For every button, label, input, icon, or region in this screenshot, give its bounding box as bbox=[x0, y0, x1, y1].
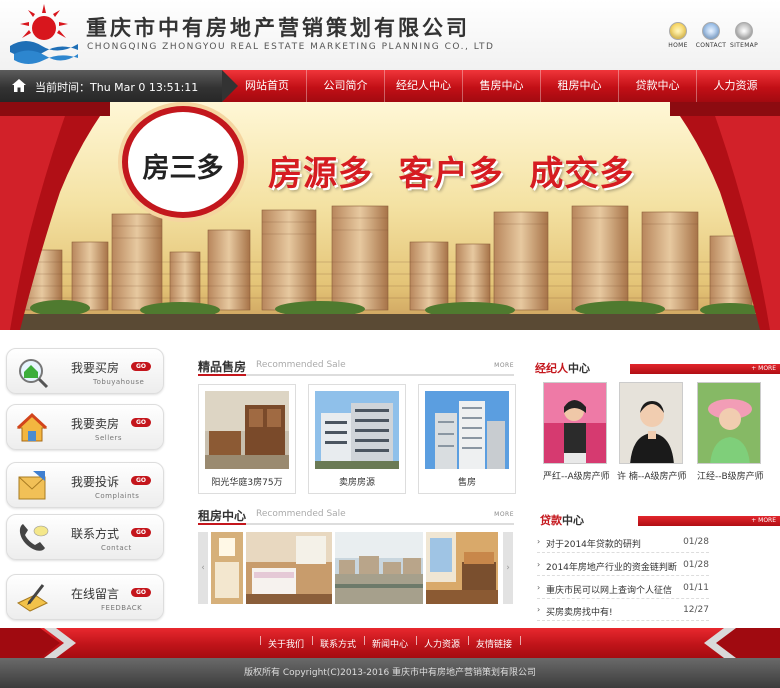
banner-badge-text: 房三多 bbox=[142, 153, 224, 184]
loan-news-item[interactable]: › 买房卖房找中有! 12/27 bbox=[537, 601, 709, 621]
nav-item-agents[interactable]: 经纪人中心 bbox=[384, 70, 462, 102]
footer-stripe-decoration bbox=[0, 628, 76, 658]
agents-section-title: 经纪人中心 bbox=[535, 362, 590, 375]
sitemap-icon bbox=[735, 22, 753, 40]
contact-link[interactable]: CONTACT bbox=[693, 22, 729, 49]
rent-next-arrow[interactable]: › bbox=[503, 532, 513, 604]
rent-prev-arrow[interactable]: ‹ bbox=[198, 532, 208, 604]
agent-caption: 江经--B级房产师 bbox=[697, 472, 764, 482]
nav-item-home[interactable]: 网站首页 bbox=[228, 70, 306, 102]
footer-link-about[interactable]: 关于我们 bbox=[268, 637, 304, 650]
footer-link-contact[interactable]: 联系方式 bbox=[320, 637, 356, 650]
loan-news-item[interactable]: › 对于2014年贷款的研判 01/28 bbox=[537, 533, 709, 553]
building-skyline-illustration bbox=[0, 205, 780, 330]
sale-title-underline bbox=[198, 374, 246, 376]
rent-more-link[interactable]: MORE bbox=[494, 511, 514, 518]
sale-listing-card[interactable]: 售房 bbox=[418, 384, 516, 494]
nav-item-hr[interactable]: 人力资源 bbox=[696, 70, 774, 102]
house-icon bbox=[16, 412, 48, 442]
sale-listing-photo bbox=[315, 391, 399, 469]
contact-button[interactable]: 联系方式 GO Contact bbox=[6, 514, 164, 560]
sale-listing-caption: 售房 bbox=[457, 478, 476, 488]
main-nav: 当前时间：Thu Mar 0 13:51:11 网站首页 公司简介 经纪人中心 … bbox=[0, 70, 780, 102]
banner-slogan: 房源多 客户多 成交多 bbox=[268, 154, 635, 194]
sale-listing-card[interactable]: 阳光华庭3房75万 bbox=[198, 384, 296, 494]
loan-news-item[interactable]: › 重庆市民可以网上查询个人征信 01/11 bbox=[537, 579, 709, 599]
copyright-text: 版权所有 Copyright(C)2013-2016 重庆市中有房地产营销策划有… bbox=[0, 658, 780, 688]
agents-section-header: 经纪人中心 + MORE bbox=[535, 360, 780, 376]
sale-listing-caption: 卖房房源 bbox=[338, 478, 375, 488]
nav-item-loans[interactable]: 贷款中心 bbox=[618, 70, 696, 102]
agent-photo[interactable] bbox=[543, 382, 607, 464]
loans-section-header: 贷款中心 + MORE bbox=[540, 512, 780, 528]
site-header: 重庆市中有房地产营销策划有限公司 CHONGQING ZHONGYOU REAL… bbox=[0, 0, 780, 70]
sell-house-button[interactable]: 我要卖房 GO Sellers bbox=[6, 404, 164, 450]
rent-section-subtitle: Recommended Sale bbox=[256, 509, 346, 519]
home-icon bbox=[669, 22, 687, 40]
sale-listing-photo bbox=[425, 391, 509, 469]
rent-photo[interactable] bbox=[426, 532, 498, 604]
feedback-button[interactable]: 在线留言 GO FEEDBACK bbox=[6, 574, 164, 620]
agent-photo[interactable] bbox=[619, 382, 683, 464]
home-link[interactable]: HOME bbox=[660, 22, 696, 49]
rent-photo[interactable] bbox=[246, 532, 332, 604]
buy-house-button[interactable]: 我要买房 GO Tobuyahouse bbox=[6, 348, 164, 394]
company-name: 重庆市中有房地产营销策划有限公司 bbox=[86, 15, 470, 40]
notepad-icon bbox=[16, 584, 49, 612]
complaint-button[interactable]: 我要投诉 GO Complaints bbox=[6, 462, 164, 508]
sitemap-link[interactable]: SITEMAP bbox=[726, 22, 762, 49]
home-icon[interactable] bbox=[11, 78, 27, 93]
agents-more-bar[interactable]: + MORE bbox=[630, 364, 780, 374]
left-curtain-illustration bbox=[0, 102, 110, 330]
rent-photo[interactable] bbox=[335, 532, 423, 604]
company-name-en: CHONGQING ZHONGYOU REAL ESTATE MARKETING… bbox=[87, 42, 495, 52]
arrow-bullet-icon: › bbox=[537, 605, 541, 614]
envelope-icon bbox=[18, 471, 46, 500]
sale-section-subtitle: Recommended Sale bbox=[256, 360, 346, 370]
nav-menu: 网站首页 公司简介 经纪人中心 售房中心 租房中心 贷款中心 人力资源 bbox=[228, 70, 774, 102]
loan-news-item[interactable]: › 2014年房地产行业的资金链判断 01/28 bbox=[537, 556, 709, 576]
magnifier-house-icon bbox=[19, 359, 49, 389]
right-curtain-illustration bbox=[670, 102, 780, 330]
agent-caption: 许 楠--A级房产师 bbox=[617, 472, 687, 482]
phone-icon bbox=[19, 524, 49, 551]
hero-banner bbox=[0, 102, 780, 330]
loans-more-bar[interactable]: + MORE bbox=[638, 516, 780, 526]
current-time: 当前时间：Thu Mar 0 13:51:11 bbox=[35, 81, 199, 94]
footer-link-news[interactable]: 新闻中心 bbox=[372, 637, 408, 650]
arrow-bullet-icon: › bbox=[537, 537, 541, 546]
nav-item-rent[interactable]: 租房中心 bbox=[540, 70, 618, 102]
logo-sun-wave-icon[interactable] bbox=[8, 2, 80, 64]
sale-listing-photo bbox=[205, 391, 289, 469]
current-time-box: 当前时间：Thu Mar 0 13:51:11 bbox=[0, 70, 238, 102]
rent-photo[interactable] bbox=[211, 532, 243, 604]
sale-more-link[interactable]: MORE bbox=[494, 362, 514, 369]
nav-item-about[interactable]: 公司简介 bbox=[306, 70, 384, 102]
footer-link-hr[interactable]: 人力资源 bbox=[424, 637, 460, 650]
arrow-bullet-icon: › bbox=[537, 583, 541, 592]
mail-icon bbox=[702, 22, 720, 40]
agent-photo[interactable] bbox=[697, 382, 761, 464]
nav-item-sale[interactable]: 售房中心 bbox=[462, 70, 540, 102]
sale-section-title: 精品售房 bbox=[198, 360, 247, 374]
rent-section-title: 租房中心 bbox=[198, 509, 247, 523]
sale-section-header: 精品售房 Recommended Sale MORE bbox=[198, 354, 514, 376]
agent-caption: 严红--A级房产师 bbox=[543, 472, 610, 482]
footer-stripe-decoration bbox=[704, 628, 780, 658]
sale-listing-caption: 阳光华庭3房75万 bbox=[211, 478, 283, 488]
arrow-bullet-icon: › bbox=[537, 560, 541, 569]
footer-nav: | 关于我们 | 联系方式 | 新闻中心 | 人力资源 | 友情链接 | bbox=[0, 628, 780, 658]
sale-listing-card[interactable]: 卖房房源 bbox=[308, 384, 406, 494]
rent-title-underline bbox=[198, 523, 246, 525]
rent-section-header: 租房中心 Recommended Sale MORE bbox=[198, 503, 514, 525]
footer-link-friends[interactable]: 友情链接 bbox=[476, 637, 512, 650]
loans-section-title: 贷款中心 bbox=[540, 514, 584, 527]
